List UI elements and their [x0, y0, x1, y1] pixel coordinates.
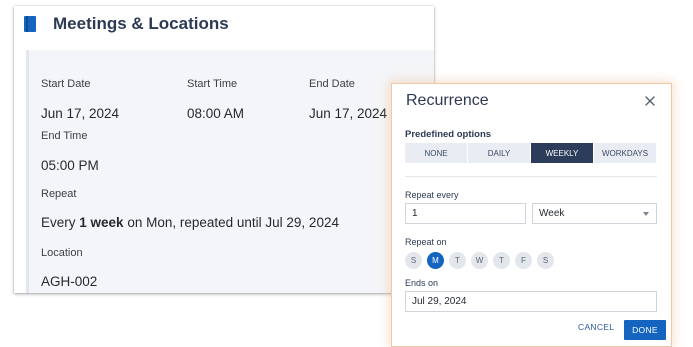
- day-tuesday-toggle[interactable]: T: [449, 252, 466, 269]
- card-header: Meetings & Locations: [14, 6, 434, 46]
- repeat-interval: 1 week: [79, 215, 124, 230]
- card-body: Start Date Jun 17, 2024 Start Time 08:00…: [26, 50, 434, 293]
- start-time-label: Start Time: [187, 78, 238, 90]
- day-saturday-toggle[interactable]: S: [537, 252, 554, 269]
- ends-on-label: Ends on: [405, 278, 439, 288]
- repeat-value: Every 1 week on Mon, repeated until Jul …: [41, 215, 339, 230]
- divider: [405, 176, 657, 177]
- end-date-label: End Date: [309, 78, 355, 90]
- option-daily-button[interactable]: DAILY: [468, 143, 530, 163]
- card-title: Meetings & Locations: [53, 14, 229, 33]
- book-icon: [24, 16, 36, 32]
- recurrence-dialog: Recurrence Predefined options NONE DAILY…: [391, 83, 672, 347]
- day-monday-toggle[interactable]: M: [427, 252, 444, 269]
- start-time-value: 08:00 AM: [187, 106, 245, 121]
- start-date-value: Jun 17, 2024: [41, 106, 120, 121]
- repeat-on-label: Repeat on: [405, 237, 447, 247]
- repeat-every-label: Repeat every: [405, 190, 459, 200]
- day-wednesday-toggle[interactable]: W: [471, 252, 488, 269]
- repeat-label: Repeat: [41, 188, 77, 200]
- option-weekly-button[interactable]: WEEKLY: [531, 143, 593, 163]
- repeat-unit-select[interactable]: Week: [532, 203, 657, 224]
- chevron-down-icon: [643, 212, 649, 216]
- repeat-every-input[interactable]: 1: [405, 203, 526, 224]
- location-value: AGH-002: [41, 274, 98, 289]
- meetings-locations-card: Meetings & Locations Start Date Jun 17, …: [14, 6, 434, 293]
- repeat-suffix: on Mon, repeated until Jul 29, 2024: [123, 215, 339, 230]
- day-sunday-toggle[interactable]: S: [405, 252, 422, 269]
- end-time-label: End Time: [41, 130, 88, 142]
- ends-on-date-input[interactable]: Jul 29, 2024: [405, 291, 657, 312]
- end-time-value: 05:00 PM: [41, 158, 99, 173]
- cancel-button[interactable]: CANCEL: [578, 322, 614, 332]
- predefined-options-label: Predefined options: [405, 129, 492, 140]
- repeat-unit-value: Week: [539, 208, 565, 219]
- day-thursday-toggle[interactable]: T: [493, 252, 510, 269]
- done-button[interactable]: DONE: [624, 320, 666, 340]
- start-date-label: Start Date: [41, 78, 91, 90]
- predefined-options-group: NONE DAILY WEEKLY WORKDAYS: [405, 143, 656, 163]
- end-date-value: Jun 17, 2024: [309, 106, 388, 121]
- option-none-button[interactable]: NONE: [405, 143, 467, 163]
- dialog-title: Recurrence: [406, 92, 489, 109]
- close-icon[interactable]: [643, 94, 657, 108]
- day-friday-toggle[interactable]: F: [515, 252, 532, 269]
- option-workdays-button[interactable]: WORKDAYS: [594, 143, 656, 163]
- repeat-prefix: Every: [41, 215, 80, 230]
- location-label: Location: [41, 247, 83, 259]
- weekday-picker: S M T W T F S: [405, 252, 554, 269]
